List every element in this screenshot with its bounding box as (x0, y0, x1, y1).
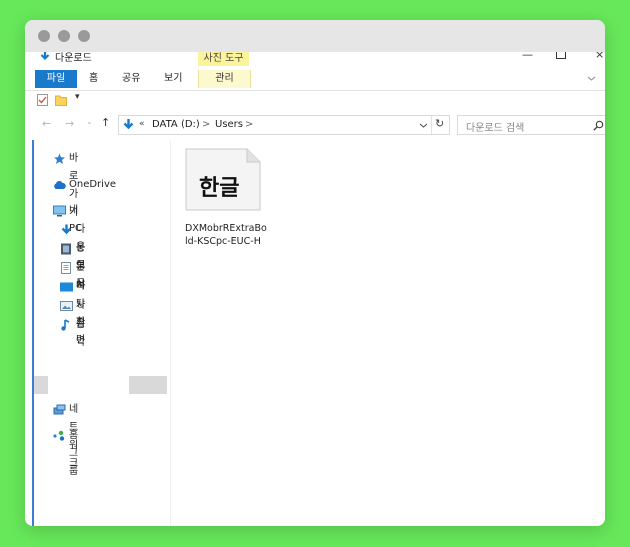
video-icon (61, 243, 71, 255)
maximize-button[interactable] (556, 52, 566, 59)
up-arrow-icon[interactable]: ↑ (101, 116, 110, 129)
sidebar-item-label: 음악 (76, 319, 86, 348)
download-icon (61, 224, 72, 235)
refresh-icon[interactable]: ↻ (435, 117, 444, 130)
explorer-title-row: 다운로드 — × (25, 52, 605, 66)
breadcrumb-separator: > (245, 119, 254, 130)
tab-file[interactable]: 파일 (35, 70, 77, 88)
navigation-pane: 바로 가기 OneDrive 내 PC 다운로드 동영상 문서 바탕 화면 사진… (25, 140, 171, 526)
download-icon (123, 119, 134, 130)
maximize-window-dot[interactable] (78, 30, 90, 42)
file-name-line: DXMobrRExtraBo (185, 223, 267, 234)
breadcrumb-separator: > (202, 119, 211, 130)
file-name[interactable]: DXMobrRExtraBo ld-KSCpc-EUC-H (185, 222, 267, 248)
file-icon-text: 한글 (199, 176, 240, 201)
tab-share[interactable]: 공유 (122, 70, 140, 88)
homegroup-icon (53, 430, 65, 441)
back-arrow-icon[interactable]: ← (42, 117, 51, 130)
chevron-down-icon[interactable] (419, 121, 428, 130)
star-icon (54, 153, 65, 164)
desktop-icon (60, 282, 73, 292)
tab-home[interactable]: 홈 (89, 70, 98, 88)
computer-icon (53, 205, 66, 217)
properties-icon[interactable] (37, 94, 48, 106)
quick-access-toolbar: ▾ (25, 90, 605, 110)
cloud-icon (54, 181, 66, 189)
tab-view[interactable]: 보기 (164, 70, 182, 88)
window-titlebar (25, 20, 605, 52)
file-name-line: ld-KSCpc-EUC-H (185, 236, 261, 247)
file-explorer: 다운로드 — × 사진 도구 파일 홈 공유 보기 관리 ▾ ← → ⌄ ↑ «… (25, 52, 605, 526)
file-list: 한글 DXMobrRExtraBo ld-KSCpc-EUC-H (171, 140, 605, 526)
download-icon (40, 52, 50, 61)
divider (431, 116, 432, 134)
new-folder-icon[interactable] (55, 94, 67, 106)
ribbon-tabs: 파일 홈 공유 보기 관리 (25, 66, 605, 91)
window: 다운로드 — × 사진 도구 파일 홈 공유 보기 관리 ▾ ← → ⌄ ↑ «… (25, 20, 605, 526)
chevron-down-icon[interactable] (587, 74, 596, 83)
tab-manage[interactable]: 관리 (198, 70, 251, 88)
breadcrumb-drive[interactable]: DATA (D:) (152, 119, 200, 130)
customize-toolbar-arrow-icon[interactable]: ▾ (75, 92, 80, 102)
network-icon (53, 404, 66, 415)
search-box[interactable]: 다운로드 검색 (457, 115, 605, 135)
minimize-window-dot[interactable] (58, 30, 70, 42)
forward-arrow-icon[interactable]: → (65, 117, 74, 130)
breadcrumb-users[interactable]: Users (215, 119, 243, 130)
music-icon (61, 319, 70, 331)
minimize-button[interactable]: — (522, 52, 533, 61)
search-icon[interactable] (593, 120, 604, 131)
path-overflow[interactable]: « (139, 119, 145, 129)
picture-icon (60, 301, 73, 311)
scrollbar-thumb[interactable] (34, 376, 48, 394)
sidebar-item-label: OneDrive (69, 179, 117, 190)
scrollbar-thumb[interactable] (129, 376, 167, 394)
sidebar-item-label: 홈 그룹 (69, 430, 79, 477)
address-bar[interactable]: « DATA (D:) > Users > ↻ (118, 115, 450, 135)
picture-tools-label: 사진 도구 (198, 52, 249, 66)
navigation-bar: ← → ⌄ ↑ « DATA (D:) > Users > ↻ 다운로드 검색 (25, 110, 605, 140)
close-button[interactable]: × (595, 52, 604, 61)
close-window-dot[interactable] (38, 30, 50, 42)
explorer-title: 다운로드 (55, 53, 92, 64)
recent-locations-icon[interactable]: ⌄ (86, 117, 93, 126)
search-input[interactable]: 다운로드 검색 (466, 119, 524, 134)
file-item[interactable]: 한글 (185, 148, 261, 214)
document-icon (61, 262, 71, 274)
